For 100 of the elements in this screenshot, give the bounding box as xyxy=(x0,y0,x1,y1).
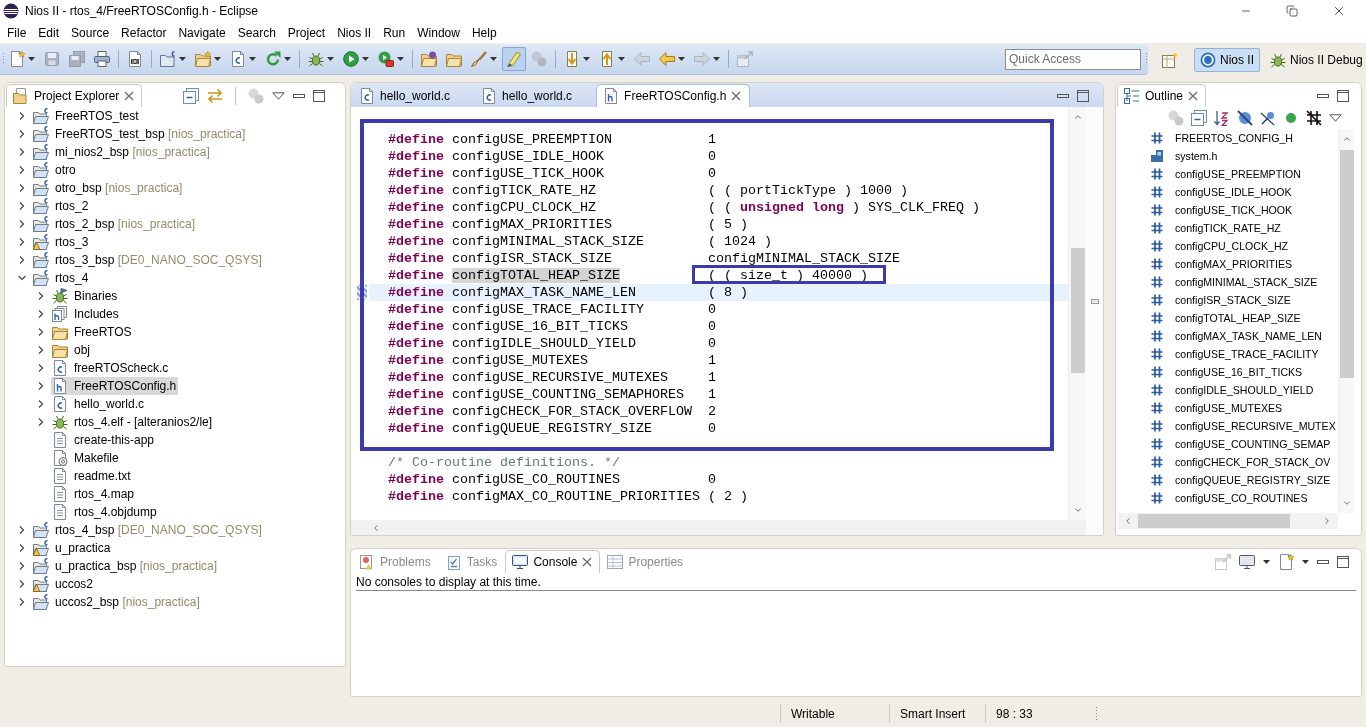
chevron-icon[interactable] xyxy=(36,381,46,391)
close-icon[interactable] xyxy=(582,557,593,567)
editor-tab[interactable]: FreeRTOSConfig.h xyxy=(596,84,751,107)
maximize-icon[interactable] xyxy=(1337,555,1349,568)
menu-item[interactable]: Project xyxy=(281,23,332,42)
scroll-right-icon[interactable] xyxy=(1322,516,1332,526)
tree-item[interactable]: FreeRTOS xyxy=(51,323,134,341)
dot-icon[interactable] xyxy=(1283,110,1299,126)
chevron-icon[interactable] xyxy=(17,111,27,121)
scroll-thumb[interactable] xyxy=(1138,514,1290,528)
outline-item[interactable]: configUSE_RECURSIVE_MUTEX xyxy=(1118,417,1336,435)
menu-item[interactable]: File xyxy=(1,23,33,42)
sort-icon[interactable] xyxy=(1214,110,1230,126)
monitor-icon[interactable] xyxy=(1239,553,1255,570)
tree-item[interactable]: FreeRTOSConfig.h xyxy=(51,377,179,395)
tree-item[interactable]: rtos_4 xyxy=(32,269,91,287)
tree-item[interactable]: Includes xyxy=(51,305,121,323)
collapse-all-icon[interactable] xyxy=(183,87,199,104)
chevron-icon[interactable] xyxy=(36,399,46,409)
minimize-icon[interactable] xyxy=(293,93,305,98)
tree-item[interactable]: rtos_4.objdump xyxy=(51,503,159,521)
maximize-icon[interactable] xyxy=(1337,89,1349,102)
tree-item[interactable]: rtos_2_bsp [nios_practica] xyxy=(32,215,198,233)
outline-item[interactable]: configTOTAL_HEAP_SIZE xyxy=(1118,309,1301,327)
menu-item[interactable]: Source xyxy=(65,23,116,42)
tree-item[interactable]: rtos_4.map xyxy=(51,485,137,503)
caret-icon[interactable] xyxy=(249,57,256,61)
tree-item[interactable]: mi_nios2_bsp [nios_practica] xyxy=(32,143,212,161)
chevron-icon[interactable] xyxy=(17,525,27,535)
new-c-file-icon[interactable] xyxy=(230,51,246,67)
close-icon[interactable] xyxy=(1188,91,1199,101)
run-icon[interactable] xyxy=(343,51,359,67)
tree-item[interactable]: create-this-app xyxy=(51,431,157,449)
outline-item[interactable]: configISR_STACK_SIZE xyxy=(1118,291,1291,309)
close-icon[interactable] xyxy=(1332,4,1346,18)
toolbar-grip-icon[interactable] xyxy=(1145,52,1148,66)
tree-item[interactable]: rtos_3_bsp [DE0_NANO_SOC_QSYS] xyxy=(32,251,264,269)
view-tab[interactable]: Properties xyxy=(600,550,692,573)
view-tab[interactable]: Problems xyxy=(352,550,439,573)
tree-item[interactable]: rtos_4_bsp [DE0_NANO_SOC_QSYS] xyxy=(32,521,264,539)
tree-item[interactable]: Binaries xyxy=(51,287,120,305)
caret-icon[interactable] xyxy=(179,57,186,61)
menu-item[interactable]: Help xyxy=(465,23,503,42)
outline-item[interactable]: configQUEUE_REGISTRY_SIZE xyxy=(1118,471,1331,489)
tree-item[interactable]: rtos_4.elf - [alteranios2/le] xyxy=(51,413,215,431)
menu-item[interactable]: Search xyxy=(231,23,282,42)
chevron-icon[interactable] xyxy=(17,183,27,193)
tree-item[interactable]: rtos_2 xyxy=(32,197,91,215)
outline-item[interactable]: FREERTOS_CONFIG_H xyxy=(1118,129,1293,147)
outline-item[interactable]: configMAX_TASK_NAME_LEN xyxy=(1118,327,1322,345)
outline-item[interactable]: configMINIMAL_STACK_SIZE xyxy=(1118,273,1318,291)
chevron-icon[interactable] xyxy=(17,147,27,157)
chevron-icon[interactable] xyxy=(36,363,46,373)
chevron-icon[interactable] xyxy=(17,543,27,553)
add-perspective-icon[interactable] xyxy=(1162,51,1178,68)
menu-item[interactable]: Window xyxy=(411,23,466,42)
menu-item[interactable]: Refactor xyxy=(115,23,173,42)
chevron-icon[interactable] xyxy=(17,579,27,589)
scroll-down-icon[interactable] xyxy=(1341,498,1352,508)
run-tools-icon[interactable] xyxy=(378,51,394,67)
chevron-icon[interactable] xyxy=(17,201,27,211)
perspective-button[interactable]: Nios II xyxy=(1194,47,1260,72)
outline-item[interactable]: configCPU_CLOCK_HZ xyxy=(1118,237,1289,255)
editor-tab[interactable]: hello_world.c xyxy=(352,84,475,107)
chevron-icon[interactable] xyxy=(17,129,27,139)
maximize-icon[interactable] xyxy=(313,89,325,102)
caret-icon[interactable] xyxy=(284,57,291,61)
outline-item[interactable]: configUSE_IDLE_HOOK xyxy=(1118,183,1292,201)
caret-icon[interactable] xyxy=(362,57,369,61)
caret-icon[interactable] xyxy=(618,57,625,61)
restore-icon[interactable] xyxy=(1286,5,1298,17)
outline-item[interactable]: configUSE_TRACE_FACILITY xyxy=(1118,345,1319,363)
view-tab[interactable]: Console xyxy=(505,550,601,573)
tree-item[interactable]: readme.txt xyxy=(51,467,133,485)
chevron-icon[interactable] xyxy=(36,417,46,427)
new-file-icon[interactable] xyxy=(1278,553,1294,570)
scroll-left-icon[interactable] xyxy=(1123,516,1133,526)
outline-item[interactable]: system.h xyxy=(1118,147,1218,165)
quick-access-field[interactable]: Quick Access xyxy=(1005,48,1141,70)
outline-item[interactable]: configMAX_PRIORITIES xyxy=(1118,255,1293,273)
scroll-thumb[interactable] xyxy=(1339,150,1354,378)
scroll-down-icon[interactable] xyxy=(1072,505,1083,515)
chevron-icon[interactable] xyxy=(17,597,27,607)
chevron-icon[interactable] xyxy=(17,165,27,175)
crossed-pin-icon[interactable] xyxy=(1260,110,1276,126)
outline-item[interactable]: configUSE_MUTEXES xyxy=(1118,399,1283,417)
perspective-button[interactable]: Nios II Debug xyxy=(1264,47,1366,72)
scrollbar-track[interactable] xyxy=(1338,129,1354,513)
outline-item[interactable]: configUSE_TICK_HOOK xyxy=(1118,201,1293,219)
minimize-icon[interactable] xyxy=(1317,559,1329,564)
scroll-up-icon[interactable] xyxy=(1072,112,1083,122)
minimize-icon[interactable] xyxy=(1317,93,1329,98)
caret-icon[interactable] xyxy=(214,57,221,61)
chevron-icon[interactable] xyxy=(17,237,27,247)
view-tab[interactable]: Outline xyxy=(1117,84,1207,107)
chevron-icon[interactable] xyxy=(17,255,27,265)
editor-tab[interactable]: hello_world.c xyxy=(474,84,597,107)
overview-marker[interactable] xyxy=(1090,299,1099,304)
view-menu-icon[interactable] xyxy=(1329,114,1342,122)
tree-item[interactable]: otro_bsp [nios_practica] xyxy=(32,179,185,197)
